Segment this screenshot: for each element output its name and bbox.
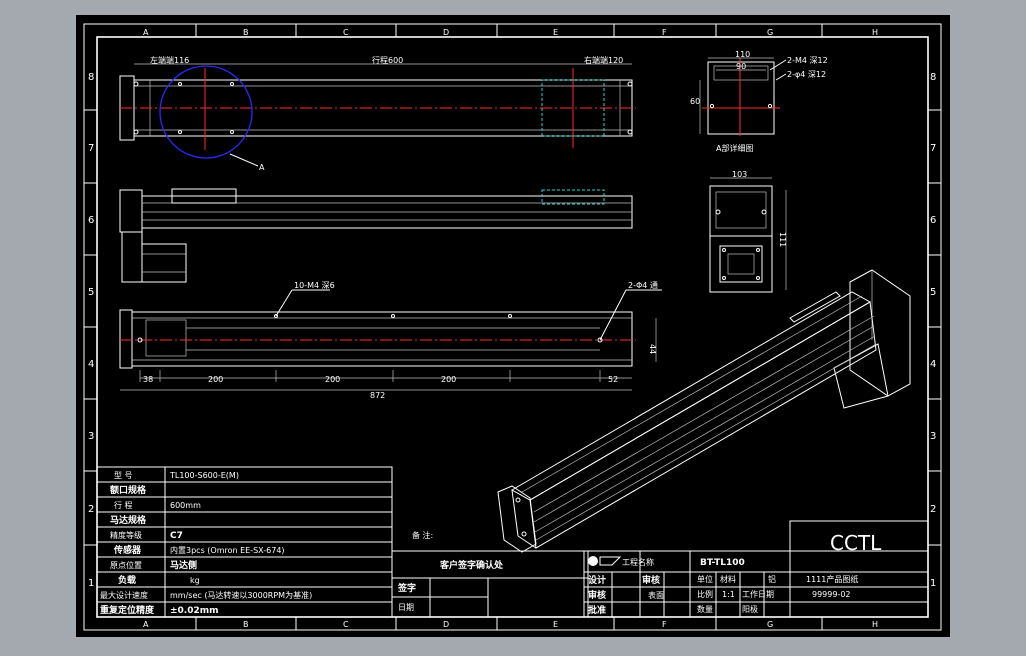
spec-label: 原点位置 — [110, 560, 142, 570]
hole-spec: 2-M4 深12 — [787, 56, 828, 65]
col-label-top: E — [553, 28, 558, 37]
row-label-left: 3 — [88, 431, 94, 442]
row-label-right: 5 — [930, 287, 936, 298]
spec-value: 600mm — [170, 501, 201, 510]
row-label-left: 8 — [88, 72, 94, 83]
spec-value: mm/sec (马达转速以3000RPM为基准) — [170, 590, 312, 600]
dim-slot: 10-M4 深6 — [294, 281, 335, 290]
dim-w90: 90 — [736, 62, 746, 71]
row-label-right: 2 — [930, 504, 936, 515]
row-label-left: 2 — [88, 504, 94, 515]
project-label: 工程名称 — [622, 557, 654, 567]
dim-left-end: 左端端116 — [150, 55, 189, 65]
sign-label: 签字 — [397, 582, 416, 594]
dim-w110: 110 — [735, 50, 750, 59]
col-label-top: D — [443, 28, 449, 37]
dim-holes: 2-Φ4 通 — [628, 280, 658, 290]
drawing-number: BT-TL100 — [700, 558, 745, 568]
logo-icon — [588, 556, 598, 566]
row-label-right: 1 — [930, 578, 936, 589]
detail-tag: A — [259, 163, 265, 172]
col-label-bottom: B — [243, 620, 249, 629]
col-label-bottom: C — [343, 620, 349, 629]
row-label-left: 7 — [88, 143, 94, 154]
dim-total: 872 — [370, 391, 385, 400]
qty-label: 数量 — [697, 604, 713, 614]
detail-a-label: A部详细图 — [716, 143, 753, 153]
col-label-bottom: A — [143, 620, 149, 629]
dim-h60: 60 — [690, 97, 700, 106]
dim-b38: 38 — [143, 375, 153, 384]
cad-viewport[interactable]: A B C D E F G H A B C D E F G H 8 7 6 5 … — [0, 0, 1026, 652]
spec-value: ±0.02mm — [170, 606, 219, 616]
col-label-top: F — [662, 28, 667, 37]
row-label-right: 4 — [930, 359, 936, 370]
row-label-left: 1 — [88, 578, 94, 589]
dim-h111: 111 — [778, 232, 787, 247]
dim-b52: 52 — [608, 375, 618, 384]
spec-label: 负载 — [118, 574, 136, 586]
row-label-left: 6 — [88, 215, 94, 226]
spec-value: 马达侧 — [170, 559, 197, 571]
spec-label: 额口规格 — [110, 484, 147, 496]
spec-label: 重复定位精度 — [100, 604, 155, 616]
col-label-top: C — [343, 28, 349, 37]
surface-field: 表面 — [648, 590, 664, 600]
col-label-top: B — [243, 28, 249, 37]
row-label-right: 8 — [930, 72, 936, 83]
dim-w103: 103 — [732, 170, 747, 179]
product-name: 1111产品图纸 — [806, 574, 858, 584]
check-row-label: 审核 — [588, 589, 606, 601]
col-label-bottom: G — [767, 620, 773, 629]
scale-value: 1:1 — [722, 590, 735, 599]
unit-label: 单位 — [697, 574, 713, 584]
date-field-label: 工作日期 — [742, 589, 774, 599]
dim-200: 200 — [325, 375, 340, 384]
col-label-top: A — [143, 28, 149, 37]
dim-h44: 44 — [648, 344, 657, 354]
dim-200: 200 — [441, 375, 456, 384]
material-label: 材料 — [720, 574, 736, 584]
col-label-bottom: D — [443, 620, 449, 629]
col-label-bottom: E — [553, 620, 558, 629]
customer-confirm-label: 客户签字确认处 — [439, 559, 504, 571]
spec-label: 型 号 — [114, 471, 133, 480]
material-value: 铝 — [768, 574, 776, 584]
dim-200: 200 — [208, 375, 223, 384]
row-label-right: 3 — [930, 431, 936, 442]
row-label-right: 6 — [930, 215, 936, 226]
design-label: 设计 — [588, 574, 606, 586]
row-label-right: 7 — [930, 143, 936, 154]
row-label-left: 5 — [88, 287, 94, 298]
date-label: 日期 — [398, 603, 414, 612]
remark-label: 备 注: — [412, 530, 433, 540]
drawing-canvas: A B C D E F G H A B C D E F G H 8 7 6 5 … — [76, 15, 950, 637]
col-label-top: H — [872, 28, 878, 37]
spec-value: 内置3pcs (Omron EE-SX-674) — [170, 545, 285, 555]
approve-label: 批准 — [588, 604, 606, 616]
spec-value: C7 — [170, 531, 183, 541]
spec-label: 马达规格 — [110, 514, 147, 526]
spec-label: 行 程 — [114, 500, 133, 510]
surface-label: 阳极 — [742, 604, 758, 614]
spec-label: 最大设计速度 — [100, 590, 148, 600]
col-label-bottom: F — [662, 620, 667, 629]
row-label-left: 4 — [88, 359, 94, 370]
spec-value: TL100-S600-E(M) — [169, 471, 239, 480]
drawing-code: 99999-02 — [812, 590, 851, 599]
spec-label: 精度等级 — [110, 530, 142, 540]
col-label-top: G — [767, 28, 773, 37]
spec-value: kg — [190, 576, 200, 585]
col-label-bottom: H — [872, 620, 878, 629]
dim-right-end: 右端端120 — [584, 55, 623, 65]
scale-label: 比例 — [697, 589, 713, 599]
dim-stroke: 行程600 — [372, 55, 403, 65]
hole-spec-2: 2-φ4 深12 — [787, 70, 826, 79]
spec-label: 传感器 — [113, 544, 142, 556]
check-label: 审核 — [642, 574, 660, 586]
